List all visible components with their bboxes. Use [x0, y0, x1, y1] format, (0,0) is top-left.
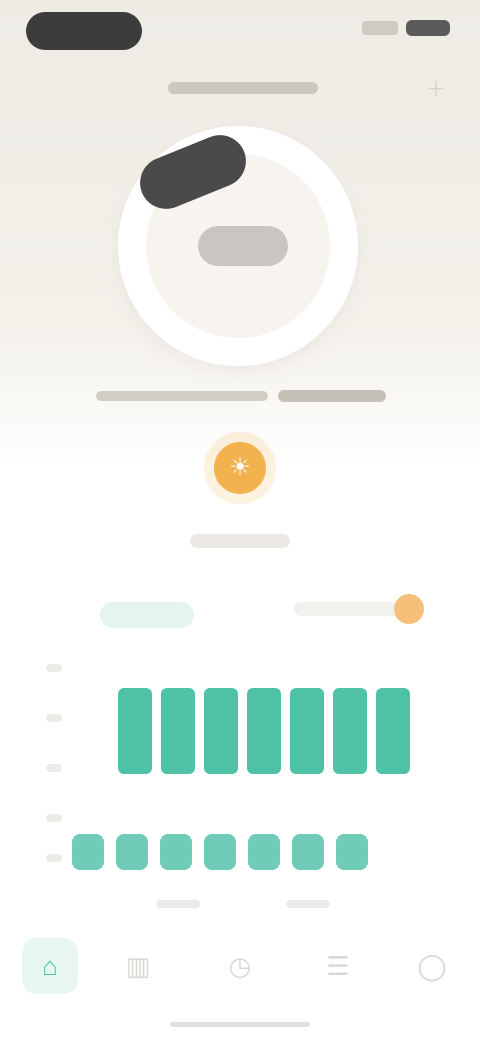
tab-profile[interactable]: ◯ [404, 938, 460, 994]
chart-bar-series-1 [204, 688, 238, 774]
chart-bar-series-2 [248, 834, 280, 870]
chart-series-1 [118, 678, 418, 774]
chart-bar-series-2 [336, 834, 368, 870]
y-tick [46, 814, 62, 822]
chart-y-axis [36, 664, 66, 864]
home-indicator[interactable] [170, 1022, 310, 1027]
status-time-pill [26, 12, 142, 50]
tab-stats[interactable]: ▥ [110, 938, 166, 994]
timer-icon: ◷ [228, 950, 252, 981]
chart-bar-series-2 [72, 834, 104, 870]
chart-bar-series-1 [333, 688, 367, 774]
chart-bar-series-1 [290, 688, 324, 774]
chart-bar-series-1 [161, 688, 195, 774]
chart-icon: ▥ [125, 950, 151, 981]
person-icon: ◯ [417, 950, 447, 981]
tab-timer[interactable]: ◷ [212, 938, 268, 994]
summary-text [96, 391, 269, 401]
status-indicators [362, 20, 450, 36]
progress-ring[interactable] [118, 126, 358, 366]
chart-bar-series-2 [116, 834, 148, 870]
battery-icon [406, 20, 450, 36]
chart-bar-series-2 [160, 834, 192, 870]
y-tick [46, 664, 62, 672]
bottom-tab-bar: ⌂ ▥ ◷ ☰ ◯ [0, 930, 480, 1010]
tab-home[interactable]: ⌂ [22, 938, 78, 994]
tab-list[interactable]: ☰ [310, 938, 366, 994]
x-tick [286, 900, 330, 908]
chart-bar-series-1 [118, 688, 152, 774]
chart-bar-series-1 [247, 688, 281, 774]
y-tick [46, 854, 62, 862]
chart-legend-dot-icon[interactable] [394, 594, 424, 624]
y-tick [46, 764, 62, 772]
list-icon: ☰ [326, 950, 350, 981]
chart-bar-series-2 [292, 834, 324, 870]
chart-bar-series-1 [376, 688, 410, 774]
sun-icon[interactable]: ☀ [214, 442, 266, 494]
chart-x-axis [156, 900, 356, 910]
signal-icon [362, 21, 398, 35]
chart-legend-primary[interactable] [100, 602, 194, 628]
chart-series-2 [72, 834, 372, 870]
plus-icon[interactable]: ＋ [424, 78, 448, 102]
chart-bar-series-2 [204, 834, 236, 870]
weekly-chart [24, 594, 456, 910]
home-icon: ⌂ [42, 950, 58, 981]
progress-ring-value [198, 226, 288, 266]
page-title [168, 82, 318, 94]
summary-highlight [278, 390, 386, 402]
x-tick [156, 900, 200, 908]
y-tick [46, 714, 62, 722]
summary-line [96, 388, 386, 404]
sun-button-label [190, 534, 290, 548]
